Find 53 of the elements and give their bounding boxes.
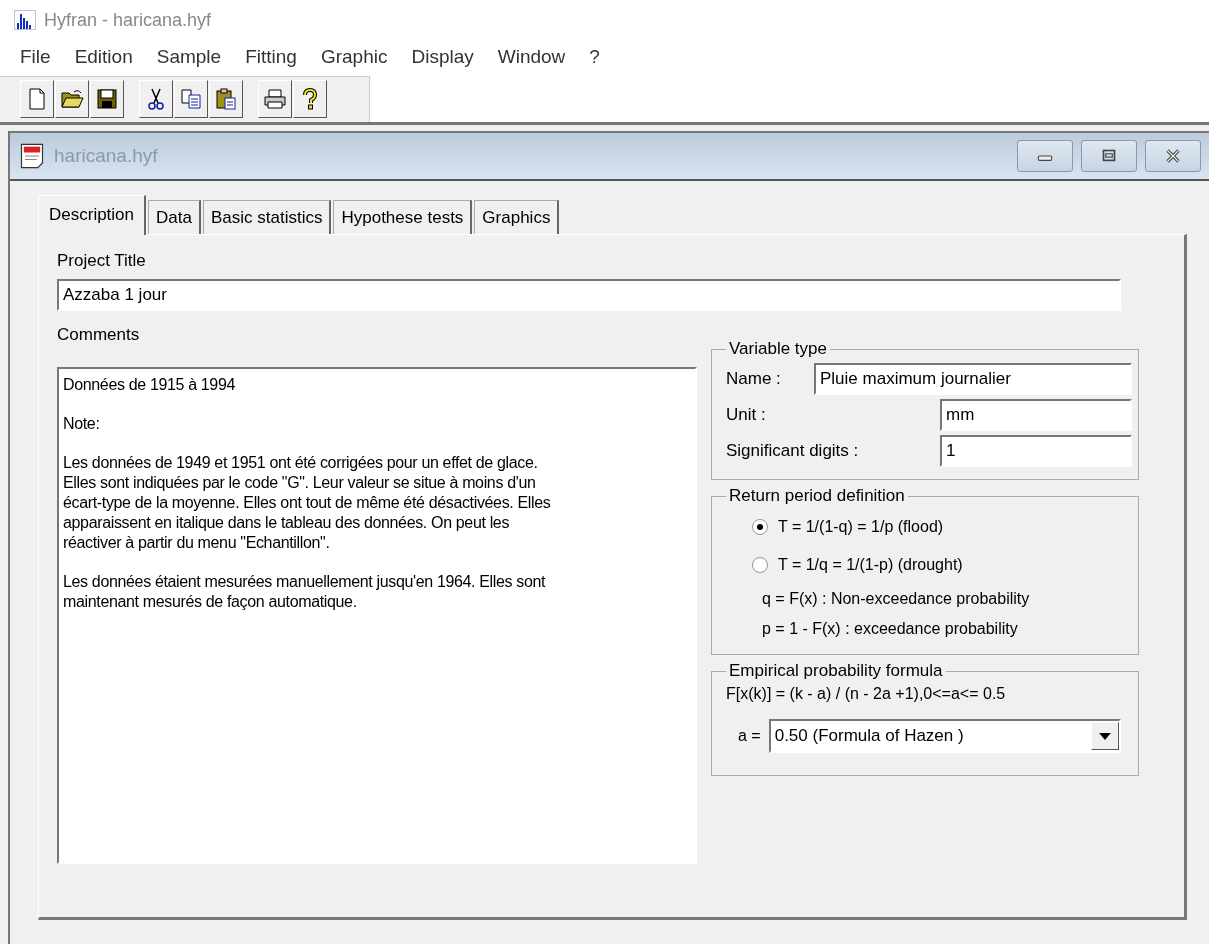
cut-button[interactable]: [139, 79, 173, 118]
print-button[interactable]: [258, 79, 292, 118]
menu-item[interactable]: Edition: [74, 46, 133, 68]
group-title: Return period definition: [728, 486, 906, 506]
field-label: Significant digits :: [726, 441, 859, 461]
copy-button[interactable]: [174, 79, 208, 118]
radio-label[interactable]: T = 1/(1-q) = 1/p (flood): [778, 518, 944, 536]
copy-icon: [179, 86, 203, 111]
menu-item[interactable]: Display: [411, 46, 474, 68]
document-title: haricana.hyf: [54, 145, 158, 167]
note-text: q = F(x) : Non-exceedance probability: [762, 590, 1031, 608]
formula-text: F[x(k)] = (k - a) / (n - 2a +1),0<=a<= 0.5: [726, 685, 1007, 703]
field-label: a =: [738, 727, 761, 745]
new-document-button[interactable]: [20, 79, 54, 118]
menu-item[interactable]: Sample: [156, 46, 222, 68]
close-button[interactable]: [1145, 140, 1201, 172]
menu-item[interactable]: ?: [589, 46, 600, 68]
paste-button[interactable]: [209, 79, 243, 118]
printer-icon: [263, 86, 287, 111]
menu-item[interactable]: Window: [497, 46, 566, 68]
document-icon: [18, 142, 46, 170]
field-label: Project Title: [57, 251, 147, 271]
tab[interactable]: Description: [38, 195, 147, 235]
project-title-field[interactable]: Azzaba 1 jour: [57, 279, 1121, 311]
clipboard-icon: [214, 86, 238, 111]
radio-label[interactable]: T = 1/q = 1/(1-p) (drought): [778, 556, 963, 574]
group-title: Variable type: [728, 339, 828, 359]
input-field[interactable]: mm: [940, 399, 1132, 431]
comments-field[interactable]: Données de 1915 à 1994 Note: Les données de 1949 et 1951 ont été corrigées pour un effet de glace. Elles sont indiquées par le code "G". Leur valeur se situe à moins d'un écart-type de la moyenne. Elles ont tout de même été désactivées. Elles apparaissent en italique dans le tableau des données. On peut les réactiver à partir du menu "Echantillon". Les données étaient mesurées manuellement jusqu'en 1964. Elles sont maintenant mesurés de façon automatique.: [57, 367, 697, 864]
open-folder-button[interactable]: [55, 79, 89, 118]
menu-item[interactable]: Graphic: [320, 46, 388, 68]
tab[interactable]: Basic statistics: [202, 200, 332, 234]
field-label: Comments: [57, 325, 141, 345]
tab[interactable]: Data: [148, 200, 201, 234]
note-text: p = 1 - F(x) : exceedance probability: [762, 620, 1019, 638]
save-button[interactable]: [90, 79, 124, 118]
group-title: Empirical probability formula: [728, 661, 944, 681]
field-label: Name :: [726, 369, 781, 389]
help-button[interactable]: [293, 79, 327, 118]
caret-icon: [1098, 732, 1111, 740]
field-label: Unit :: [726, 405, 766, 425]
bar-chart-icon: [14, 10, 36, 30]
maximize-button[interactable]: [1081, 140, 1137, 172]
menu-item[interactable]: File: [20, 46, 51, 68]
window-title: Hyfran - haricana.hyf: [44, 9, 212, 31]
menu-item[interactable]: Fitting: [245, 46, 297, 68]
radio-button[interactable]: [752, 519, 768, 535]
tab[interactable]: Graphics: [474, 200, 560, 234]
input-field[interactable]: 1: [940, 435, 1132, 467]
input-field[interactable]: Pluie maximum journalier: [814, 363, 1132, 395]
formula-dropdown[interactable]: 0.50 (Formula of Hazen ): [768, 719, 1121, 753]
tab[interactable]: Hypothese tests: [333, 200, 473, 234]
radio-button[interactable]: [752, 557, 768, 573]
